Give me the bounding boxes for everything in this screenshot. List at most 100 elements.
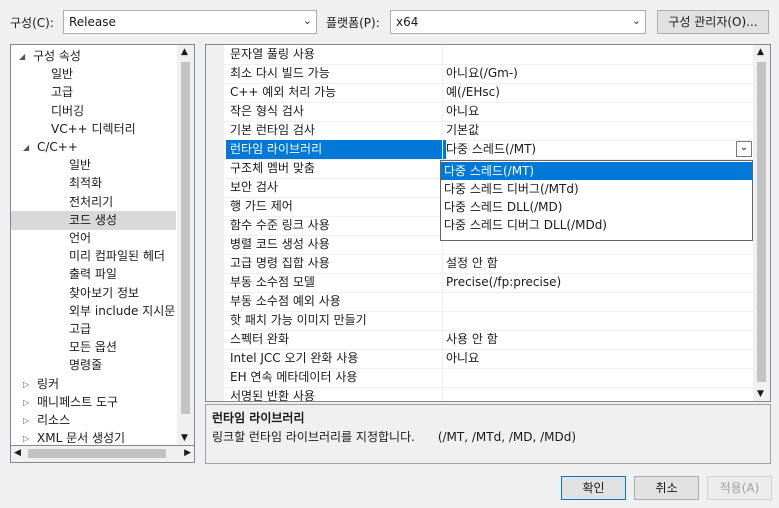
tree-item-label: 리소스	[37, 413, 71, 427]
tree-item[interactable]: 일반	[11, 65, 176, 84]
tree-item[interactable]: 고급	[11, 320, 176, 339]
tree-item-label: 일반	[69, 158, 92, 173]
tree-item-label: 출력 파일	[69, 267, 117, 282]
tree-item[interactable]: 코드 생성	[11, 210, 176, 230]
property-row[interactable]: 기본 런타임 검사 기본값	[206, 121, 753, 141]
dropdown-option[interactable]: 다중 스레드 디버그 DLL(/MDd)	[441, 216, 752, 234]
triangle-down-icon[interactable]: ◢	[19, 47, 25, 66]
tree-item[interactable]: ▷ 리소스	[11, 411, 176, 430]
triangle-right-icon[interactable]: ▷	[23, 429, 29, 445]
dropdown-option[interactable]: 다중 스레드 DLL(/MD)	[441, 198, 752, 216]
tree-item[interactable]: 모든 옵션	[11, 338, 176, 357]
tree-item[interactable]: 외부 include 지시문	[11, 302, 176, 321]
triangle-right-icon[interactable]: ▷	[23, 375, 29, 394]
grid-scroll-thumb[interactable]	[757, 62, 766, 382]
property-value[interactable]: 아니요	[446, 349, 479, 368]
tree-item[interactable]: 언어	[11, 229, 176, 248]
triangle-right-icon[interactable]: ▷	[23, 393, 29, 412]
tree-item[interactable]: VC++ 디렉터리	[11, 120, 176, 139]
tree-item[interactable]: 고급	[11, 83, 176, 102]
tree-item-label: 최적화	[69, 176, 103, 191]
tree-scrollbar[interactable]: ▲ ▼	[177, 45, 194, 445]
property-name: 부동 소수점 예외 사용	[230, 294, 341, 308]
tree-item-label: 코드 생성	[69, 212, 117, 227]
tree-item[interactable]: 일반	[11, 156, 176, 175]
cancel-button[interactable]: 취소	[634, 476, 699, 500]
scroll-left-icon[interactable]: ◀	[14, 448, 21, 458]
property-name: 병렬 코드 생성 사용	[230, 237, 330, 251]
tree-item[interactable]: 최적화	[11, 174, 176, 193]
tree-item[interactable]: 디버깅	[11, 102, 176, 121]
tree-item[interactable]: 전처리기	[11, 193, 176, 212]
property-row[interactable]: EH 연속 메타데이터 사용	[206, 368, 753, 388]
tree-item[interactable]: ▷ 링커	[11, 375, 176, 394]
runtime-library-dropdown: 다중 스레드(/MT) 다중 스레드 디버그(/MTd) 다중 스레드 DLL(/M…	[440, 160, 753, 241]
tree-hscrollbar[interactable]: ◀ ▶	[10, 446, 195, 463]
property-row[interactable]: 부동 소수점 모델 Precise(/fp:precise)	[206, 273, 753, 293]
apply-button[interactable]: 적용(A)	[707, 476, 772, 500]
tree-item[interactable]: 찾아보기 정보	[11, 284, 176, 303]
property-row[interactable]: 핫 패치 가능 이미지 만들기	[206, 311, 753, 331]
property-row[interactable]: 부동 소수점 예외 사용	[206, 292, 753, 312]
scroll-right-icon[interactable]: ▶	[184, 448, 191, 458]
property-value[interactable]: Precise(/fp:precise)	[446, 273, 561, 292]
tree-item[interactable]: ◢ C/C++	[11, 138, 176, 157]
tree-item-label: 디버깅	[51, 103, 85, 118]
tree-item-label: 링커	[37, 376, 60, 391]
tree-panel: ◢ 구성 속성 일반 고급 디버깅 VC++ 디렉터리 ◢ C/C++ 일반 최적화 전처리기 코드 …	[10, 44, 195, 446]
tree-item-label: 일반	[51, 67, 74, 82]
tree-item-label: C/C++	[37, 140, 78, 154]
property-row[interactable]: Intel JCC 오기 완화 사용 아니요	[206, 349, 753, 369]
chevron-down-icon[interactable]: ⌄	[736, 141, 752, 157]
config-value: Release	[69, 15, 116, 29]
tree-scroll-thumb[interactable]	[181, 62, 190, 414]
property-row[interactable]: 작은 형식 검사 아니요	[206, 102, 753, 122]
tree-item[interactable]: ▷ XML 문서 생성기	[11, 429, 176, 445]
property-row[interactable]: 문자열 풀링 사용	[206, 45, 753, 65]
platform-combo[interactable]: x64 ⌄	[390, 10, 646, 34]
triangle-down-icon[interactable]: ◢	[23, 138, 29, 157]
grid-scrollbar[interactable]: ▲ ▼	[753, 45, 770, 401]
config-combo[interactable]: Release ⌄	[63, 10, 317, 34]
scroll-up-icon[interactable]: ▲	[757, 47, 764, 57]
tree-item[interactable]: 명령줄	[11, 356, 176, 375]
tree-item-label: 언어	[69, 231, 92, 245]
tree-item-label: XML 문서 생성기	[37, 431, 126, 445]
tree-item[interactable]: 미리 컴파일된 헤더	[11, 247, 176, 266]
ok-button[interactable]: 확인	[561, 476, 626, 500]
tree-hscroll-thumb[interactable]	[28, 449, 166, 458]
description-text: 링크할 런타임 라이브러리를 지정합니다. (/MT, /MTd, /MD, /…	[212, 430, 577, 444]
property-name: 기본 런타임 검사	[230, 123, 315, 137]
property-value[interactable]: 아니요(/Gm-)	[446, 64, 518, 83]
tree-item-label: 전처리기	[69, 194, 114, 209]
property-value[interactable]: 사용 안 함	[446, 330, 498, 349]
scroll-down-icon[interactable]: ▼	[181, 433, 188, 443]
config-manager-button[interactable]: 구성 관리자(O)...	[657, 10, 769, 34]
property-value[interactable]: 아니요	[446, 102, 479, 121]
property-name: EH 연속 메타데이터 사용	[230, 370, 358, 384]
property-name: 함수 수준 링크 사용	[230, 218, 330, 232]
property-row[interactable]: 고급 명령 집합 사용 설정 안 함	[206, 254, 753, 274]
property-row[interactable]: 런타임 라이브러리 다중 스레드(/MT)	[206, 140, 753, 160]
property-name: 서명된 반환 사용	[230, 389, 315, 402]
property-value[interactable]: 기본값	[446, 121, 479, 140]
tree-item[interactable]: ◢ 구성 속성	[11, 47, 176, 66]
property-row[interactable]: 서명된 반환 사용	[206, 387, 753, 402]
tree-item[interactable]: ▷ 매니페스트 도구	[11, 393, 176, 412]
property-name: 핫 패치 가능 이미지 만들기	[230, 313, 367, 327]
scroll-up-icon[interactable]: ▲	[181, 47, 188, 57]
platform-label: 플랫폼(P):	[326, 16, 380, 30]
property-value[interactable]: 예(/EHsc)	[446, 83, 500, 102]
dropdown-option[interactable]: 다중 스레드 디버그(/MTd)	[441, 180, 752, 198]
triangle-right-icon[interactable]: ▷	[23, 411, 29, 430]
config-label: 구성(C):	[10, 16, 54, 30]
property-value[interactable]: 다중 스레드(/MT)	[446, 140, 536, 159]
property-row[interactable]: 최소 다시 빌드 가능 아니요(/Gm-)	[206, 64, 753, 84]
property-name: 구조체 멤버 맞춤	[230, 161, 315, 175]
scroll-down-icon[interactable]: ▼	[757, 389, 764, 399]
property-value[interactable]: 설정 안 함	[446, 254, 498, 273]
property-row[interactable]: C++ 예외 처리 가능 예(/EHsc)	[206, 83, 753, 103]
property-row[interactable]: 스펙터 완화 사용 안 함	[206, 330, 753, 350]
dropdown-option[interactable]: 다중 스레드(/MT)	[441, 162, 752, 180]
tree-item[interactable]: 출력 파일	[11, 265, 176, 284]
